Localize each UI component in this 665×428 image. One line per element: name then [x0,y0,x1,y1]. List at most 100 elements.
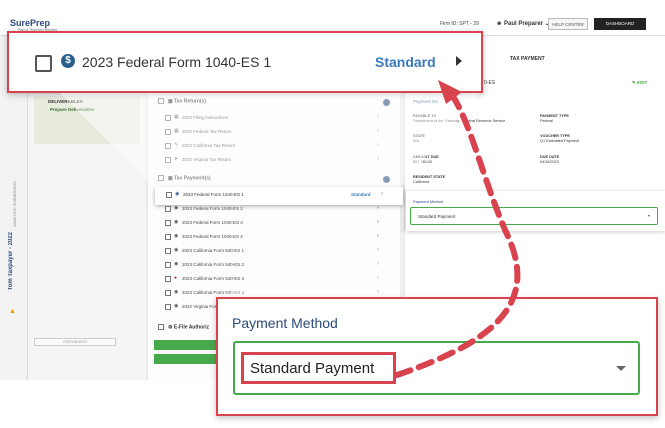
user-menu[interactable]: ☻ Paul Preparer ⌄ [496,20,550,27]
payment-method-value-small: Standard Payment [418,214,456,219]
list-item-label: 2022 Virginia Form [182,304,220,309]
chevron-right-icon[interactable] [456,56,462,66]
amount-due-field: AMOUNT DUE $57,760.00 [413,155,439,165]
chevron-right-icon: › [377,233,379,239]
chevron-right-icon: › [377,156,379,162]
alert-dot-icon: ● [174,275,178,281]
list-item[interactable]: ➤ 2022 Virginia Tax Return › [165,155,385,167]
row-checkbox[interactable] [165,129,171,135]
standard-payment-type-link[interactable]: Standard [375,54,436,70]
field-value: 04/18/2023 [540,160,560,164]
efile-checkbox[interactable] [158,324,164,330]
voucher-type-field: VOUCHER TYPE Q1 Estimated Payment [540,134,579,144]
payment-method-label: Payment Method [232,315,338,331]
row-type[interactable]: Standard [351,192,371,197]
dollar-icon: ◉ [174,205,179,211]
user-icon: ☻ [496,21,504,27]
list-item[interactable]: ◉ 2023 California Form 540-ES 1 › [165,246,385,258]
user-name: Paul Preparer [503,21,544,27]
payment-details-heading: Payment De [413,99,438,104]
row-checkbox[interactable] [165,262,171,268]
row-checkbox[interactable] [165,234,171,240]
field-value: N/A [413,139,420,143]
chevron-right-icon: › [381,191,383,197]
row-checkbox[interactable] [165,157,171,163]
document-icon: ▦ [174,128,179,134]
row-checkbox[interactable] [165,143,171,149]
tab-tax-payment[interactable]: TAX PAYMENT [510,56,545,62]
row-checkbox[interactable] [166,192,172,198]
dollar-icon: $ [61,54,75,68]
chevron-right-icon: › [377,275,379,281]
list-item-label: 2023 California Form 540-ES 4 [182,290,245,295]
chevron-right-icon: › [377,261,379,267]
row-checkbox[interactable] [165,248,171,254]
list-item-label: 2023 Federal Form 1040-ES 3 [182,220,243,225]
tax-returns-title: Tax Return(s) [174,98,206,105]
tax-payments-checkbox[interactable] [158,175,164,181]
efile-title: E-File Authoriz [173,324,209,331]
tax-payments-title: Tax Payment(s) [174,175,211,182]
list-item-label: 2023 California Form 540-ES 1 [182,248,245,253]
highlight-box: Standard Payment [241,352,396,384]
list-item[interactable]: ◉ 2023 Federal Form 1040-ES 2 › [165,204,385,216]
chevron-right-icon: › [377,205,379,211]
payable-to-field: PAYABLE TO Department of the Treasury - I… [413,114,533,124]
chevron-right-icon: › [377,114,379,120]
dollar-icon: ◉ [174,289,179,295]
warning-icon: ▲ [9,308,16,315]
tax-returns-header[interactable]: ▦ Tax Return(s) [158,98,206,104]
dollar-icon: ◉ [174,219,179,225]
row-label: 2023 Federal Form 1040-ES 1 [183,192,244,197]
list-item-label: 2023 Federal Form 1040-ES 2 [182,206,243,211]
prepare-deliverables-link[interactable]: Prepare Deliverables [50,107,95,112]
row-checkbox[interactable] [165,206,171,212]
payment-method-select[interactable]: Standard Payment [233,341,640,395]
list-item[interactable]: ◉ 2023 Federal Form 1040-ES 3 › [165,218,385,230]
payment-type-field: PAYMENT TYPE Federal [540,114,569,124]
dollar-icon: ◉ [175,191,180,197]
tax-payments-count-badge [383,176,390,183]
row-checkbox[interactable] [165,220,171,226]
open-binder-button[interactable]: OPEN BINDER [34,338,116,346]
document-icon: ▦ [174,114,179,120]
pen-icon: ✎ [174,142,179,148]
deliverables-title: DELIVERABLES [48,99,83,104]
field-value: $57,760.00 [413,160,433,164]
form-row-checkbox[interactable] [35,55,52,72]
help-center-button[interactable]: HELP CENTER [548,18,588,30]
dollar-icon: ◉ [174,233,179,239]
chevron-right-icon: › [377,219,379,225]
taxpayer-name: Tom Taxpayer - 2022 [8,232,14,291]
row-checkbox[interactable] [165,290,171,296]
list-item-label: 2023 Federal Form 1040-ES 4 [182,234,243,239]
row-checkbox[interactable] [165,304,171,310]
tax-returns-count-badge [383,99,390,106]
list-item-label: 2022 Federal Tax Return [182,129,232,134]
caret-down-icon[interactable] [616,366,626,371]
list-item-label: 2023 California Form 540-ES 3 [182,276,245,281]
selected-row-small[interactable]: ◉ 2023 Federal Form 1040-ES 1 Standard › [155,187,403,205]
form-row-label: 2023 Federal Form 1040-ES 1 [82,54,272,70]
list-item-label: 2023 California Form 540-ES 2 [182,262,245,267]
row-checkbox[interactable] [165,115,171,121]
dashboard-button[interactable]: DASHBOARD [594,18,646,30]
tax-payments-header[interactable]: ▦ Tax Payment(s) [158,175,211,181]
list-item[interactable]: ● 2023 California Form 540-ES 3 › [165,274,385,286]
list-item[interactable]: ▦ 2022 Federal Tax Return › [165,127,385,139]
app-logo: SurePrep [10,18,51,28]
caret-down-icon: ▾ [648,213,651,218]
list-item[interactable]: ✎ 2022 California Tax Return › [165,141,385,153]
field-value: Federal [540,119,553,123]
payment-method-label-small: Payment Method [413,199,444,204]
list-item[interactable]: ◉ 2023 California Form 540-ES 2 › [165,260,385,272]
zoom-callout-form-row[interactable]: $ 2023 Federal Form 1040-ES 1 Standard [7,31,483,93]
efile-header[interactable]: ⚙ E-File Authoriz [158,324,209,330]
tax-returns-checkbox[interactable] [158,98,164,104]
edit-link[interactable]: ✎ EDIT [632,80,647,86]
plane-icon: ➤ [174,156,179,162]
row-checkbox[interactable] [165,276,171,282]
list-item[interactable]: ▦ 2022 Filing Instructions › [165,113,385,125]
list-item-label: 2022 Filing Instructions [182,115,229,120]
list-item[interactable]: ◉ 2023 Federal Form 1040-ES 4 › [165,232,385,244]
